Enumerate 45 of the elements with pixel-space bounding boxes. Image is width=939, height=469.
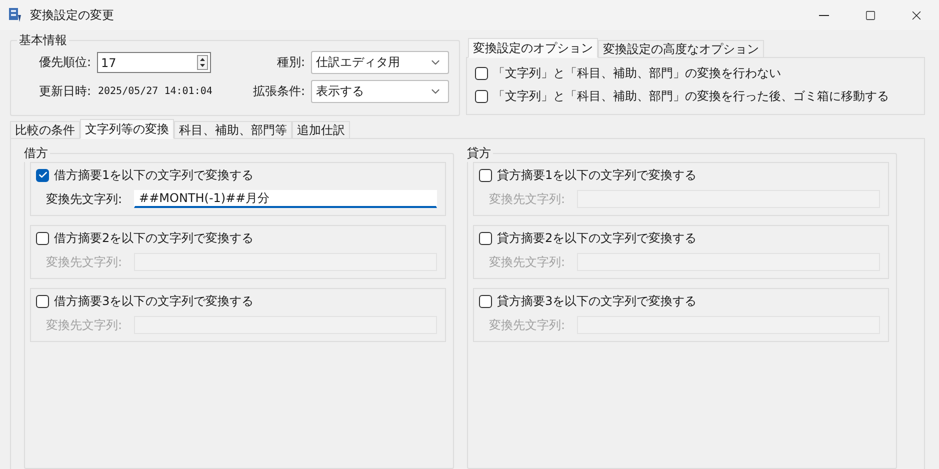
checkbox[interactable] <box>36 294 49 308</box>
tab[interactable]: 追加仕訳 <box>292 121 350 139</box>
checkbox[interactable] <box>475 66 488 80</box>
checkbox-label: 「文字列」と「科目、補助、部門」の変換を行った後、ゴミ箱に移動する <box>493 88 889 104</box>
group-title: 借方 <box>23 145 49 162</box>
field-label: 変換先文字列: <box>489 190 566 208</box>
field-label: 拡張条件: <box>252 83 305 100</box>
tab[interactable]: 科目、補助、部門等 <box>174 121 292 139</box>
app-icon <box>8 7 22 23</box>
checkbox-label: 「文字列」と「科目、補助、部門」の変換を行わない <box>493 64 781 82</box>
dropdown[interactable]: 表示する <box>311 80 449 103</box>
checkbox[interactable] <box>36 232 49 244</box>
checkbox-label: 貸方摘要3を以下の文字列で変換する <box>497 292 697 310</box>
maximize-icon <box>864 10 876 20</box>
checkbox-label: 借方摘要3を以下の文字列で変換する <box>54 292 254 310</box>
checkbox-label: 借方摘要1を以下の文字列で変換する <box>54 166 254 184</box>
tab[interactable]: 変換設定のオプション <box>468 38 598 58</box>
dropdown[interactable]: 仕訳エディタ用 <box>311 51 449 74</box>
window-title: 変換設定の変更 <box>30 6 115 24</box>
tab[interactable]: 文字列等の変換 <box>80 119 174 139</box>
checkbox-label: 貸方摘要2を以下の文字列で変換する <box>497 230 697 246</box>
tab[interactable]: 変換設定の高度なオプション <box>598 40 764 58</box>
field-label: 変換先文字列: <box>46 254 122 270</box>
checkbox-label: 借方摘要2を以下の文字列で変換する <box>54 230 254 246</box>
checkbox-label: 貸方摘要1を以下の文字列で変換する <box>497 166 697 184</box>
checkbox[interactable] <box>36 168 49 182</box>
tab[interactable]: 比較の条件 <box>10 121 80 139</box>
minimize-icon <box>819 14 829 16</box>
checkbox[interactable] <box>475 90 488 102</box>
field-label: 更新日時: <box>38 83 91 100</box>
checkbox[interactable] <box>479 232 492 244</box>
updated-timestamp: 2025/05/27 14:01:04 <box>97 84 214 98</box>
group-title: 基本情報 <box>18 32 68 49</box>
input-field[interactable]: ##MONTH(-1)##月分 <box>134 190 437 208</box>
number-field[interactable]: 17 <box>97 52 211 73</box>
group-title: 貸方 <box>466 145 492 162</box>
field-label: 変換先文字列: <box>46 190 122 208</box>
field-label: 変換先文字列: <box>489 316 566 334</box>
checkbox[interactable] <box>479 294 492 308</box>
spinner-icon[interactable] <box>197 55 208 70</box>
field-label: 変換先文字列: <box>489 254 566 270</box>
field-label: 種別: <box>276 54 305 71</box>
checkbox[interactable] <box>479 168 492 182</box>
field-label: 優先順位: <box>38 54 91 71</box>
field-label: 変換先文字列: <box>46 316 122 334</box>
